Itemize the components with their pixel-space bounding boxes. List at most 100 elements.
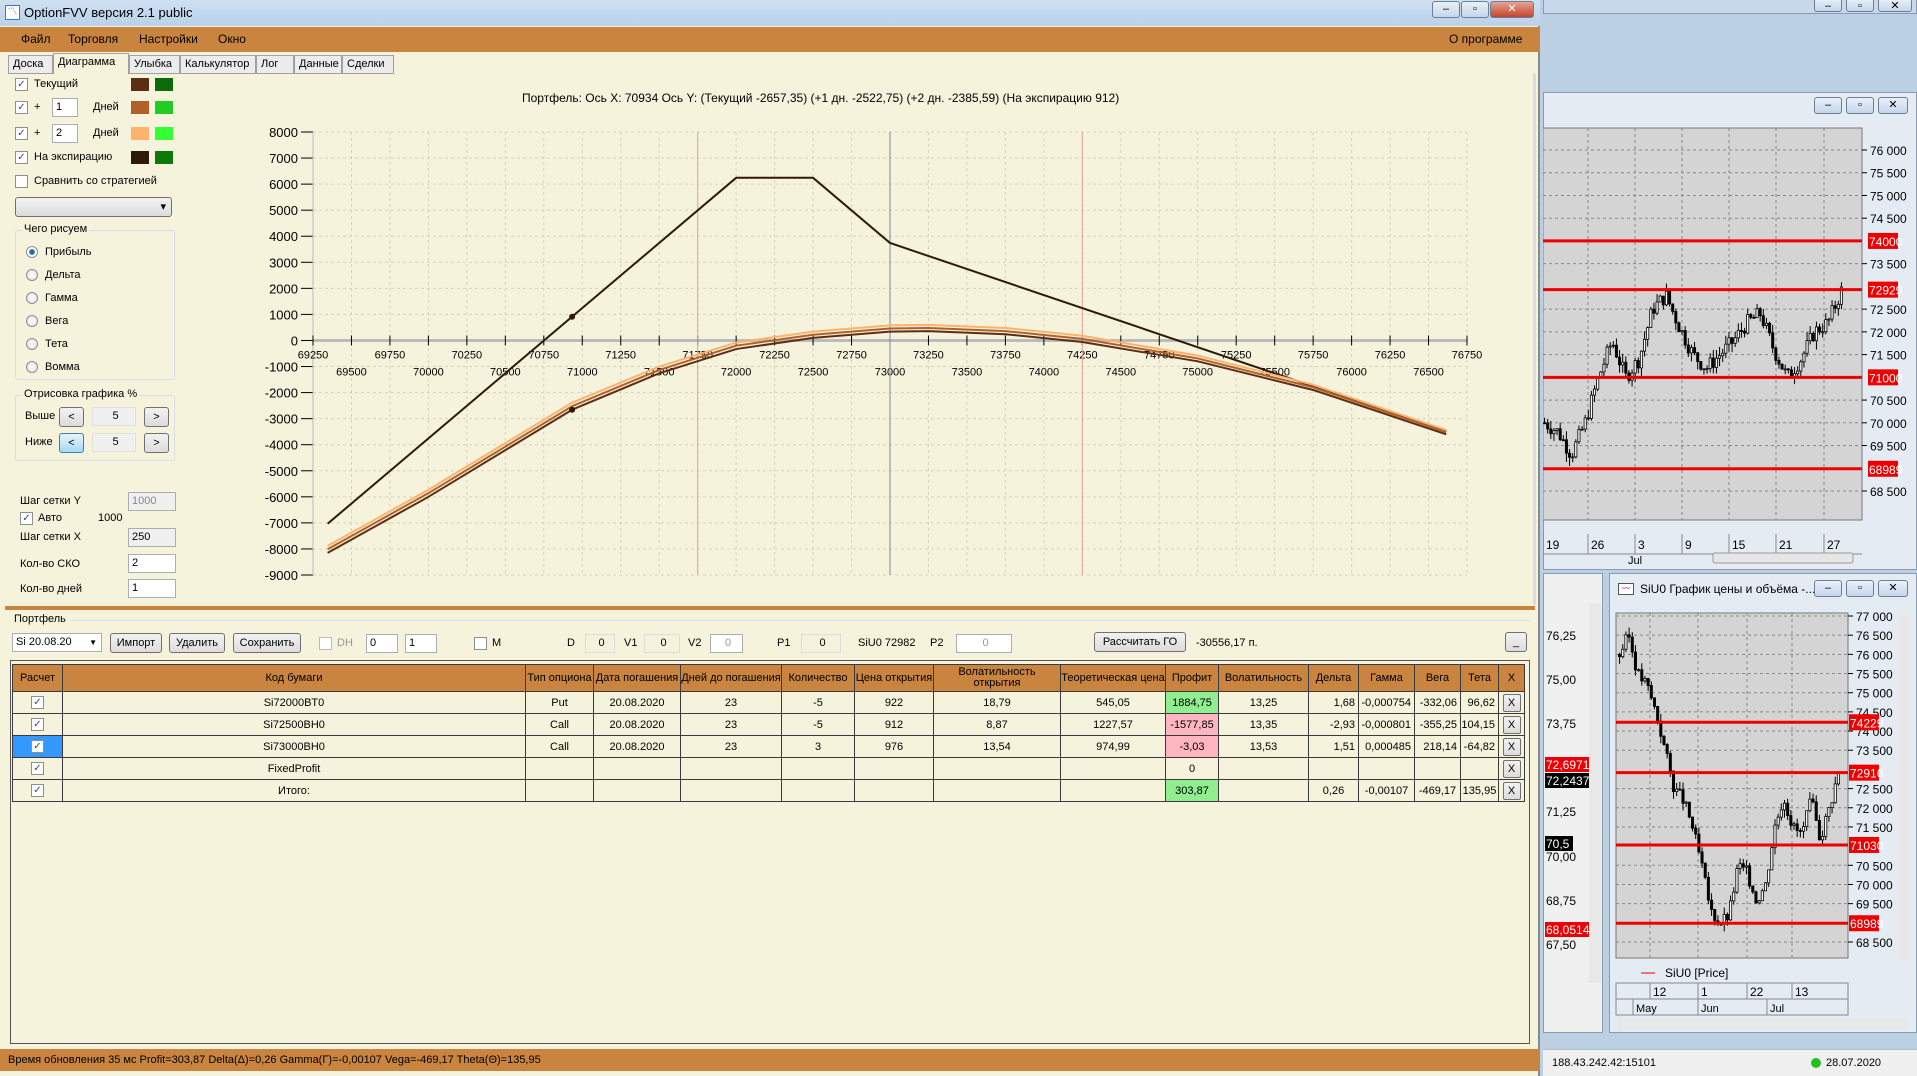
dh-checkbox[interactable] bbox=[319, 637, 332, 650]
scale-badge-label: 70,5 bbox=[1546, 837, 1570, 851]
v2-input[interactable]: 0 bbox=[710, 634, 743, 653]
x-tick-label: 72750 bbox=[836, 349, 867, 361]
candle bbox=[1808, 332, 1812, 342]
candle bbox=[1675, 788, 1679, 792]
m-checkbox[interactable] bbox=[474, 637, 487, 650]
save-button[interactable]: Сохранить bbox=[233, 633, 301, 653]
v1-label: V1 bbox=[624, 637, 638, 649]
table-row[interactable]: ✓ FixedProfit 0 X bbox=[12, 757, 1525, 780]
table-row[interactable]: ✓ Итого: 303,87 0,26 -0,00107 -469,17 135,95 X bbox=[12, 779, 1525, 802]
levels-price-chart[interactable]: 76 000 75 500 75 000 74 500 73 500 72 500 72 0… bbox=[1543, 122, 1917, 568]
column-header[interactable]: Гамма bbox=[1358, 664, 1415, 692]
remove-row-button[interactable]: X bbox=[1502, 715, 1521, 734]
cell-vol_open: 13,54 bbox=[933, 735, 1061, 758]
date-label: 21 bbox=[1779, 538, 1793, 552]
remove-row-button[interactable]: X bbox=[1502, 737, 1521, 756]
calc-checkbox-cell[interactable]: ✓ bbox=[12, 757, 63, 780]
candle bbox=[1748, 865, 1752, 887]
candle bbox=[1662, 735, 1666, 745]
column-header[interactable]: Дельта bbox=[1308, 664, 1359, 692]
calc-checkbox-cell[interactable]: ✓ bbox=[12, 713, 63, 736]
candle bbox=[1736, 330, 1740, 339]
close-button[interactable]: ✕ bbox=[1878, 97, 1908, 114]
candle bbox=[1751, 885, 1755, 893]
calc-checkbox[interactable]: ✓ bbox=[31, 762, 44, 775]
maximize-button[interactable]: ▫ bbox=[1846, 0, 1874, 12]
side-scale: 76,25 75,00 73,75 71,25 70,00 68,75 67,50 72,69… bbox=[1545, 603, 1601, 983]
calc-margin-button[interactable]: Рассчитать ГО bbox=[1094, 632, 1186, 652]
horizontal-scrollbar[interactable] bbox=[1617, 1019, 1907, 1029]
candle bbox=[1760, 890, 1764, 902]
calc-checkbox[interactable]: ✓ bbox=[31, 718, 44, 731]
column-header[interactable]: Профит bbox=[1165, 664, 1219, 692]
candle bbox=[1691, 816, 1695, 829]
p1-input[interactable]: 0 bbox=[801, 634, 841, 653]
delete-button[interactable]: Удалить bbox=[169, 633, 225, 653]
minimize-button[interactable]: – bbox=[1814, 0, 1842, 12]
candle bbox=[1739, 330, 1743, 332]
close-button[interactable]: ✕ bbox=[1878, 0, 1912, 12]
splitter[interactable] bbox=[5, 606, 1535, 610]
cell-days bbox=[680, 779, 782, 802]
vertical-scrollbar[interactable] bbox=[1897, 613, 1909, 963]
cell-vol: 13,25 bbox=[1218, 691, 1309, 714]
candle bbox=[1763, 882, 1767, 892]
calc-checkbox-cell[interactable]: ✓ bbox=[12, 735, 63, 758]
table-row[interactable]: ✓ Si73000BH0 Call 20.08.2020 23 3 976 13,54 974,… bbox=[12, 735, 1525, 758]
minimize-button[interactable]: – bbox=[1814, 97, 1842, 114]
cell-gamma bbox=[1358, 757, 1415, 780]
y-tick-label: -1000 bbox=[265, 360, 298, 375]
d-input[interactable]: 0 bbox=[585, 634, 615, 653]
candle bbox=[1678, 788, 1682, 791]
series-select[interactable]: Si 20.08.20 ▼ bbox=[12, 633, 102, 652]
collapse-button[interactable]: _ bbox=[1505, 632, 1527, 652]
calc-checkbox-cell[interactable]: ✓ bbox=[12, 779, 63, 802]
payoff-chart[interactable]: 8000 7000 6000 5000 4000 3000 2000 1000 0 -1000 -2… bbox=[0, 0, 1540, 605]
cursor-marker bbox=[569, 406, 576, 413]
vertical-scrollbar[interactable] bbox=[1589, 603, 1601, 983]
remove-row-button[interactable]: X bbox=[1502, 781, 1521, 800]
column-header[interactable]: Цена открытия bbox=[854, 664, 934, 692]
calc-checkbox[interactable]: ✓ bbox=[31, 696, 44, 709]
column-header[interactable]: Дата погашения bbox=[593, 664, 681, 692]
p2-input[interactable]: 0 bbox=[956, 634, 1012, 653]
candle bbox=[1814, 801, 1818, 821]
y-tick-label: 5000 bbox=[269, 203, 298, 218]
candle bbox=[1795, 823, 1799, 831]
column-header[interactable]: Код бумаги bbox=[62, 664, 526, 692]
column-header[interactable]: Тип опциона bbox=[525, 664, 594, 692]
column-header[interactable]: Тета bbox=[1460, 664, 1499, 692]
x-tick-label: 72500 bbox=[798, 366, 829, 378]
remove-row-button[interactable]: X bbox=[1502, 693, 1521, 712]
spin2-stepper[interactable]: 1 bbox=[405, 634, 437, 653]
candle bbox=[1827, 318, 1831, 321]
column-header[interactable]: Теоретическая цена bbox=[1060, 664, 1166, 692]
table-row[interactable]: ✓ Si72500BH0 Call 20.08.2020 23 -5 912 8,87 1227… bbox=[12, 713, 1525, 736]
calc-checkbox[interactable]: ✓ bbox=[31, 740, 44, 753]
candle bbox=[1689, 347, 1693, 354]
calc-checkbox[interactable]: ✓ bbox=[31, 784, 44, 797]
candle bbox=[1805, 340, 1809, 354]
column-header[interactable]: Волатильность bbox=[1218, 664, 1309, 692]
price-volume-chart[interactable]: 77 00076 50076 00075 50075 00074 50074 0… bbox=[1609, 573, 1917, 1033]
maximize-button[interactable]: ▫ bbox=[1846, 97, 1874, 114]
column-header[interactable]: Вега bbox=[1414, 664, 1461, 692]
v1-input[interactable]: 0 bbox=[644, 634, 680, 653]
cell-profit: -3,03 bbox=[1165, 735, 1219, 758]
column-header[interactable]: Волатильность открытия bbox=[933, 664, 1061, 692]
column-header[interactable]: X bbox=[1498, 664, 1525, 692]
x-tick-label: 74000 bbox=[1029, 366, 1060, 378]
candle bbox=[1640, 669, 1644, 682]
column-header[interactable]: Дней до погашения bbox=[680, 664, 782, 692]
column-header[interactable]: Расчет bbox=[12, 664, 63, 692]
horizontal-scrollbar[interactable] bbox=[1712, 552, 1854, 564]
y-label: 75 000 bbox=[1870, 189, 1907, 203]
table-row[interactable]: ✓ Si72000BT0 Put 20.08.2020 23 -5 922 18,79 545,… bbox=[12, 691, 1525, 714]
column-header[interactable]: Количество bbox=[781, 664, 855, 692]
candle bbox=[1681, 789, 1685, 804]
candle bbox=[1568, 452, 1572, 458]
spin1-stepper[interactable]: 0 bbox=[366, 634, 398, 653]
remove-row-button[interactable]: X bbox=[1502, 759, 1521, 778]
calc-checkbox-cell[interactable]: ✓ bbox=[12, 691, 63, 714]
import-button[interactable]: Импорт bbox=[110, 633, 162, 653]
